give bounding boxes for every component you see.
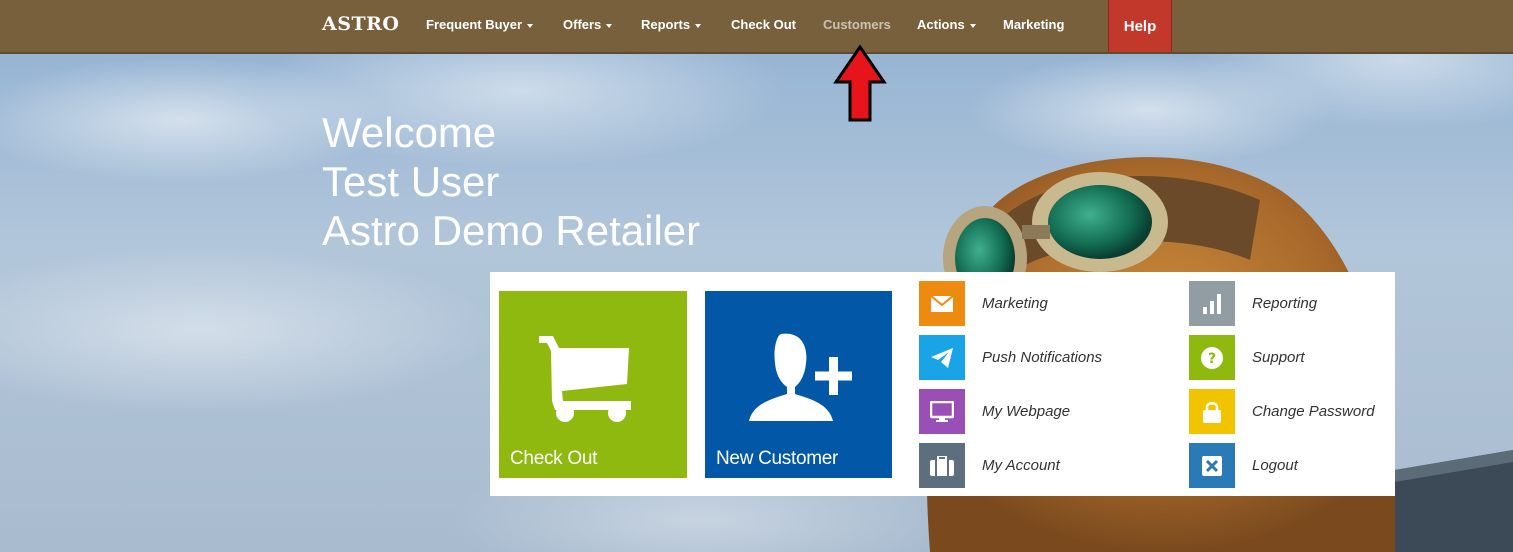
nav-label: Offers bbox=[563, 17, 602, 32]
check-out-tile[interactable]: Check Out bbox=[499, 291, 687, 478]
quick-link-support[interactable]: ? Support bbox=[1189, 335, 1389, 381]
brand-logo[interactable]: ASTRO bbox=[322, 13, 399, 35]
caret-down-icon bbox=[527, 23, 534, 28]
nav-check-out[interactable]: Check Out bbox=[731, 17, 796, 32]
help-button[interactable]: Help bbox=[1108, 0, 1172, 52]
shopping-cart-icon bbox=[539, 336, 631, 422]
welcome-line: Welcome bbox=[322, 109, 497, 156]
quick-link-label: Marketing bbox=[982, 295, 1048, 312]
question-icon: ? bbox=[1189, 335, 1235, 380]
quick-link-label: Logout bbox=[1252, 457, 1298, 474]
caret-down-icon bbox=[695, 23, 702, 28]
briefcase-icon bbox=[919, 443, 965, 488]
lock-icon bbox=[1189, 389, 1235, 434]
nav-offers[interactable]: Offers bbox=[563, 17, 613, 32]
tile-label: New Customer bbox=[716, 448, 839, 469]
nav-frequent-buyer[interactable]: Frequent Buyer bbox=[426, 17, 534, 32]
quick-link-label: Change Password bbox=[1252, 403, 1375, 420]
nav-reports[interactable]: Reports bbox=[641, 17, 702, 32]
quick-link-push-notifications[interactable]: Push Notifications bbox=[919, 335, 1159, 381]
nav-marketing[interactable]: Marketing bbox=[1003, 17, 1064, 32]
nav-customers[interactable]: Customers bbox=[823, 17, 891, 32]
svg-text:?: ? bbox=[1208, 351, 1216, 367]
red-arrow-annotation bbox=[833, 44, 887, 122]
close-box-icon bbox=[1189, 443, 1235, 488]
welcome-heading: Welcome Test User Astro Demo Retailer bbox=[322, 108, 700, 255]
top-navbar: ASTRO Frequent Buyer Offers Reports Chec… bbox=[0, 0, 1513, 54]
quick-link-reporting[interactable]: Reporting bbox=[1189, 281, 1389, 327]
quick-link-my-webpage[interactable]: My Webpage bbox=[919, 389, 1159, 435]
quick-link-label: Support bbox=[1252, 349, 1305, 366]
quick-link-change-password[interactable]: Change Password bbox=[1189, 389, 1389, 435]
nav-label: Check Out bbox=[731, 17, 797, 32]
quick-link-marketing[interactable]: Marketing bbox=[919, 281, 1159, 327]
nav-label: Marketing bbox=[1003, 17, 1065, 32]
bar-chart-icon bbox=[1189, 281, 1235, 326]
caret-down-icon bbox=[969, 23, 976, 28]
nav-actions[interactable]: Actions bbox=[917, 17, 976, 32]
envelope-icon bbox=[919, 281, 965, 326]
quick-link-label: Reporting bbox=[1252, 295, 1318, 312]
new-customer-tile[interactable]: New Customer bbox=[705, 291, 892, 478]
nav-label: Customers bbox=[823, 17, 891, 32]
quick-link-label: My Webpage bbox=[982, 403, 1071, 420]
quick-link-label: Push Notifications bbox=[982, 349, 1103, 366]
nav-label: Actions bbox=[917, 17, 965, 32]
retailer-name: Astro Demo Retailer bbox=[322, 207, 701, 254]
tile-label: Check Out bbox=[510, 448, 598, 469]
paper-plane-icon bbox=[919, 335, 965, 380]
monitor-icon bbox=[919, 389, 965, 434]
nav-label: Reports bbox=[641, 17, 691, 32]
user-name: Test User bbox=[322, 158, 500, 205]
dashboard-panel: Check Out New Customer Marketing Push No… bbox=[490, 272, 1395, 496]
quick-link-my-account[interactable]: My Account bbox=[919, 443, 1159, 489]
nav-label: Frequent Buyer bbox=[426, 17, 523, 32]
caret-down-icon bbox=[606, 23, 613, 28]
quick-link-label: My Account bbox=[982, 457, 1060, 474]
quick-link-logout[interactable]: Logout bbox=[1189, 443, 1389, 489]
add-user-icon bbox=[749, 333, 852, 421]
